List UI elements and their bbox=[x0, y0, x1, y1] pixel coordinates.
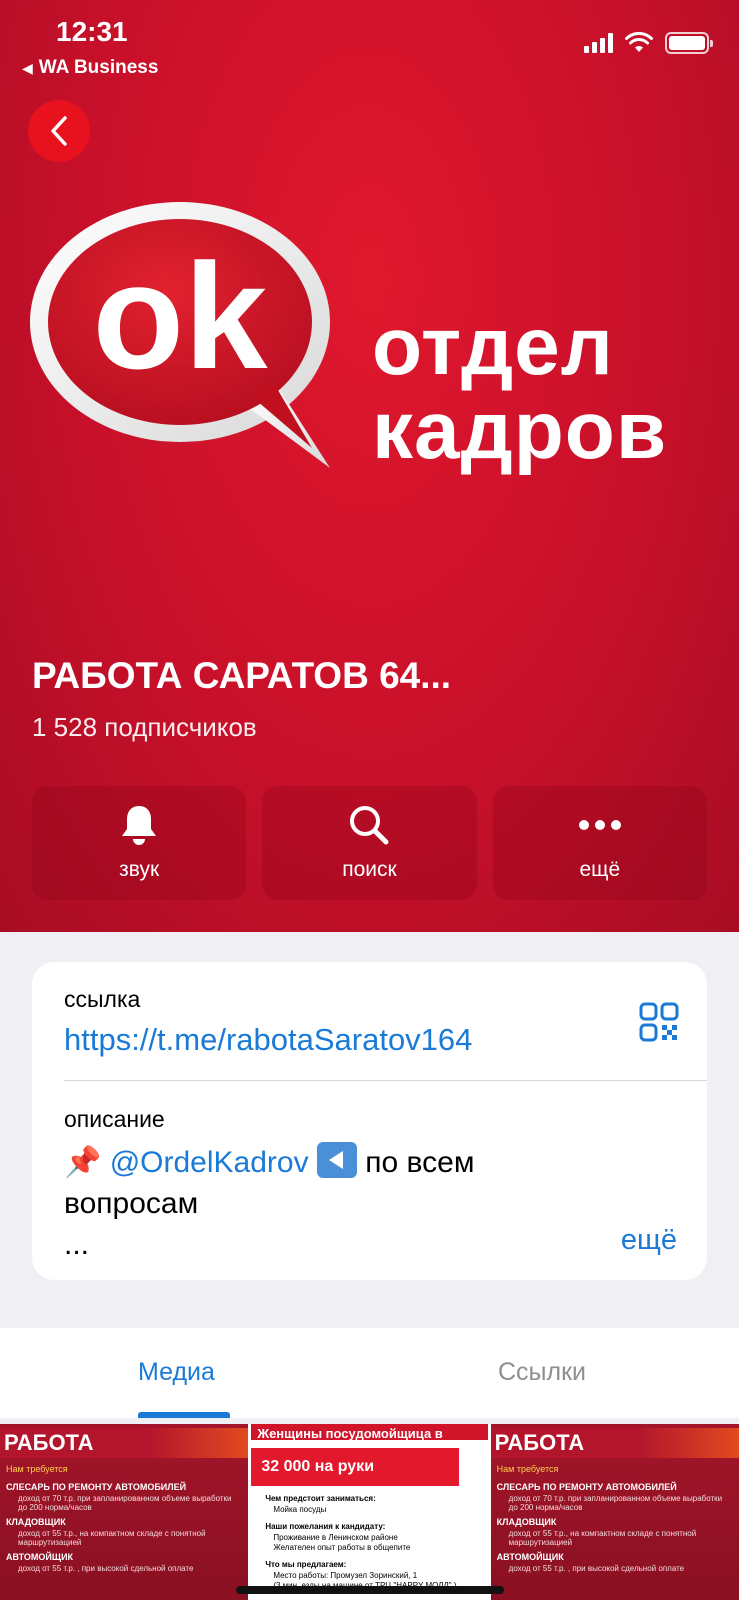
mute-button[interactable]: звук bbox=[32, 786, 247, 900]
thumb-header: Женщины посудомойщица в столовую bbox=[251, 1424, 488, 1440]
thumb-price: 32 000 на руки bbox=[251, 1448, 460, 1486]
info-divider bbox=[64, 1080, 707, 1081]
back-button[interactable] bbox=[28, 100, 90, 162]
action-buttons: звук поиск ещё bbox=[32, 786, 707, 900]
status-bar: 12:31 ◀ WA Business bbox=[0, 0, 739, 90]
home-indicator[interactable] bbox=[236, 1586, 504, 1594]
battery-icon bbox=[665, 32, 713, 54]
chevron-left-icon bbox=[51, 116, 67, 146]
media-thumbnail[interactable]: РАБОТА Нам требуется СЛЕСАРЬ ПО РЕМОНТУ … bbox=[0, 1424, 249, 1600]
logo-wordmark: отдел кадров bbox=[372, 305, 667, 473]
qr-code-icon[interactable] bbox=[639, 1002, 679, 1042]
thumb-role: АВТОМОЙЩИК bbox=[6, 1552, 74, 1562]
thumb-list-item: Мойка посуды bbox=[273, 1505, 327, 1514]
back-app-label: WA Business bbox=[38, 57, 159, 78]
tab-selected-indicator bbox=[138, 1412, 230, 1418]
bell-icon bbox=[122, 806, 157, 845]
thumb-note: доход от 55 т.р., на компактном складе с… bbox=[18, 1529, 206, 1547]
thumb-role: КЛАДОВЩИК bbox=[6, 1517, 66, 1527]
thumb-title: РАБОТА bbox=[490, 1428, 739, 1458]
search-icon bbox=[350, 806, 389, 845]
thumb-subtitle: Нам требуется bbox=[496, 1464, 559, 1474]
pushpin-icon: 📌 bbox=[64, 1146, 102, 1179]
media-thumbnail[interactable]: Женщины посудомойщица в столовую 32 000 … bbox=[251, 1424, 488, 1600]
thumb-note: доход от 70 т.р. при запланированном объ… bbox=[18, 1494, 232, 1512]
status-time: 12:31 bbox=[56, 16, 128, 47]
channel-title: РАБОТА САРАТОВ 64... bbox=[32, 655, 452, 696]
thumb-list-item: Проживание в Ленинском районе bbox=[273, 1533, 398, 1542]
media-grid: РАБОТА Нам требуется СЛЕСАРЬ ПО РЕМОНТУ … bbox=[0, 1424, 739, 1600]
channel-header: 12:31 ◀ WA Business ok отдел кадров РАБО… bbox=[0, 0, 739, 932]
thumb-question: Чем предстоит заниматься: bbox=[265, 1494, 376, 1503]
description-more-link[interactable]: ещё bbox=[621, 1224, 677, 1257]
wifi-icon bbox=[625, 32, 653, 52]
tab-links[interactable]: Ссылки bbox=[498, 1358, 586, 1387]
cellular-signal-icon bbox=[584, 33, 613, 53]
logo-line-2: кадров bbox=[372, 385, 668, 476]
link-label: ссылка bbox=[64, 986, 141, 1012]
more-button[interactable]: ещё bbox=[492, 786, 707, 900]
subscriber-count: 1 528 подписчиков bbox=[32, 712, 257, 742]
thumb-note: доход от 70 т.р. при запланированном объ… bbox=[508, 1494, 723, 1512]
thumb-role: АВТОМОЙЩИК bbox=[496, 1552, 564, 1562]
thumb-title: РАБОТА bbox=[0, 1428, 249, 1458]
thumb-question: Наши пожелания к кандидату: bbox=[265, 1522, 386, 1531]
back-triangle-icon: ◀ bbox=[22, 59, 33, 76]
thumb-subtitle: Нам требуется bbox=[6, 1464, 68, 1474]
thumb-note: доход от 55 т.р. , при высокой сдельной … bbox=[508, 1564, 685, 1573]
description-label: описание bbox=[64, 1106, 165, 1132]
status-icons bbox=[584, 32, 713, 54]
thumb-role: СЛЕСАРЬ ПО РЕМОНТУ АВТОМОБИЛЕЙ bbox=[496, 1482, 677, 1492]
description-ellipsis: ... bbox=[64, 1228, 90, 1261]
thumb-role: КЛАДОВЩИК bbox=[496, 1517, 557, 1527]
description-text: 📌 @OrdelKadrov по всем вопросам ... bbox=[64, 1142, 584, 1265]
more-icon bbox=[578, 820, 621, 830]
logo-badge-text: ok bbox=[92, 232, 268, 400]
more-label: ещё bbox=[579, 858, 621, 881]
tab-media[interactable]: Медиа bbox=[138, 1358, 215, 1387]
description-mention[interactable]: @OrdelKadrov bbox=[110, 1146, 309, 1179]
channel-link[interactable]: https://t.me/rabotaSaratov164 bbox=[64, 1022, 472, 1058]
media-thumbnail[interactable]: РАБОТА Нам требуется СЛЕСАРЬ ПО РЕМОНТУ … bbox=[490, 1424, 739, 1600]
media-tabs: Медиа Ссылки bbox=[0, 1328, 739, 1418]
thumb-note: доход от 55 т.р., на компактном складе с… bbox=[508, 1529, 697, 1547]
thumb-list-item: Место работы: Промузел Зоринский, 1 bbox=[273, 1571, 418, 1580]
logo-line-1: отдел bbox=[372, 301, 614, 392]
thumb-list-item: Желателен опыт работы в общепите bbox=[273, 1543, 411, 1552]
search-button[interactable]: поиск bbox=[262, 786, 477, 900]
thumb-question: Что мы предлагаем: bbox=[265, 1560, 347, 1569]
thumb-note: доход от 55 т.р. , при высокой сдельной … bbox=[18, 1564, 194, 1573]
mute-label: звук bbox=[119, 858, 160, 881]
search-label: поиск bbox=[342, 858, 397, 881]
back-to-app-link[interactable]: ◀ WA Business bbox=[22, 57, 158, 79]
left-arrow-emoji-icon bbox=[316, 1142, 357, 1178]
channel-info-card: ссылка https://t.me/rabotaSaratov164 опи… bbox=[32, 962, 707, 1280]
thumb-role: СЛЕСАРЬ ПО РЕМОНТУ АВТОМОБИЛЕЙ bbox=[6, 1482, 187, 1492]
